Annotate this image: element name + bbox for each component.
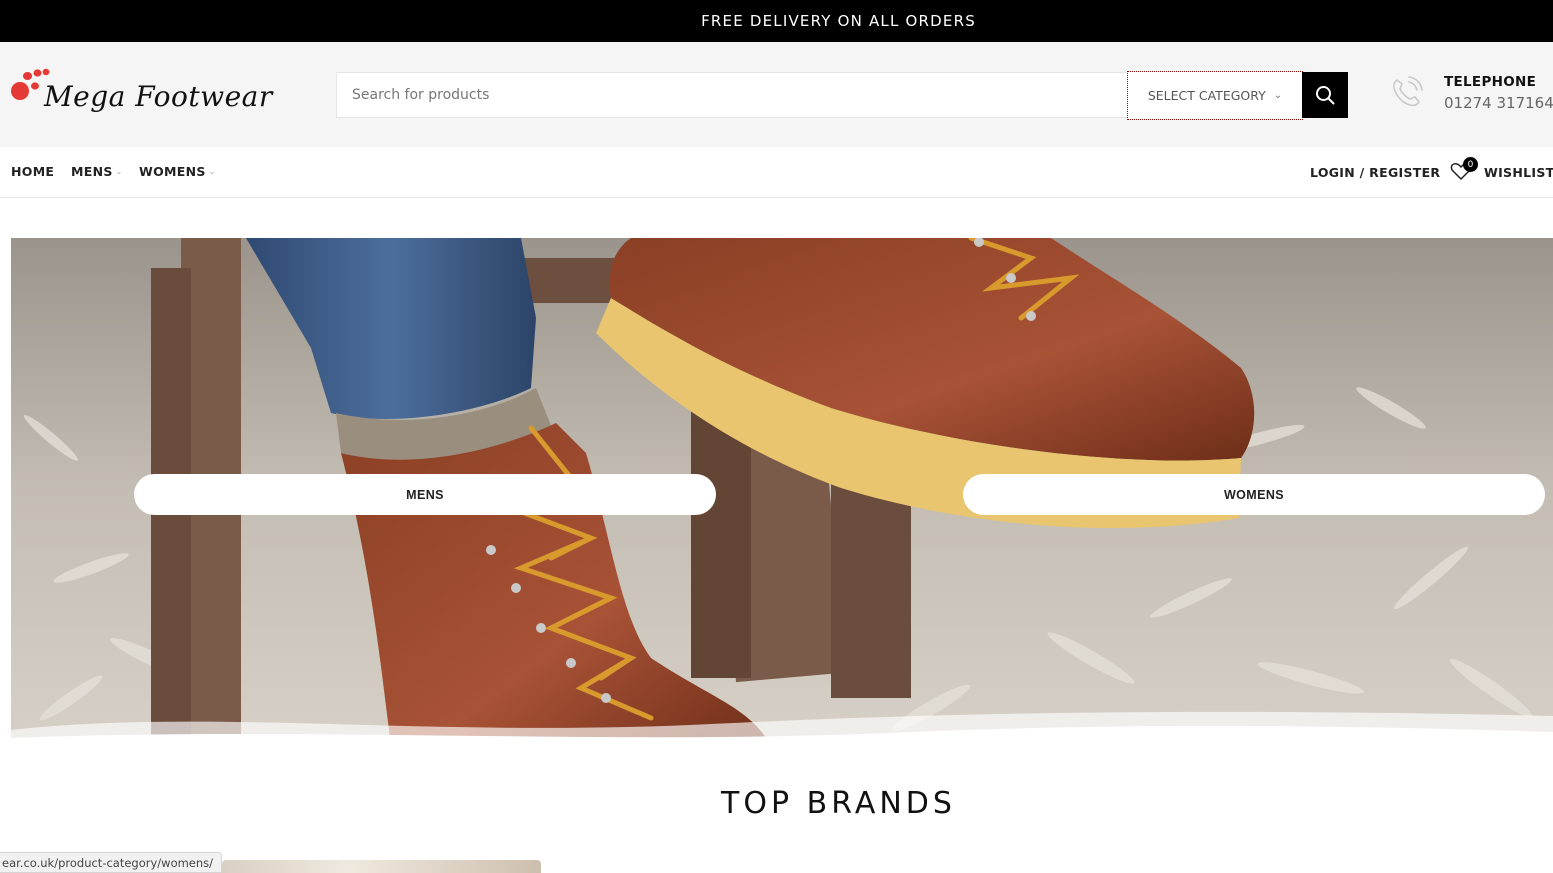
chevron-down-icon: ⌄ bbox=[208, 167, 216, 176]
status-bar-url: ear.co.uk/product-category/womens/ bbox=[0, 852, 223, 873]
section-heading: TOP BRANDS bbox=[721, 786, 956, 821]
mens-category-button[interactable]: MENS bbox=[134, 474, 716, 515]
womens-category-button[interactable]: WOMENS bbox=[963, 474, 1545, 515]
promo-text: FREE DELIVERY ON ALL ORDERS bbox=[701, 12, 976, 30]
promo-bar: FREE DELIVERY ON ALL ORDERS bbox=[0, 0, 1553, 42]
search-button[interactable] bbox=[1302, 72, 1348, 118]
site-header: Mega Footwear SELECT CATEGORY ⌄ TELEPHON… bbox=[0, 42, 1553, 147]
search-input[interactable] bbox=[337, 73, 1127, 117]
logo-text: Mega Footwear bbox=[44, 80, 273, 113]
main-nav: HOME MENS ⌄ WOMENS ⌄ LOGIN / REGISTER 0 … bbox=[0, 147, 1553, 198]
nav-item-mens[interactable]: MENS ⌄ bbox=[71, 164, 123, 179]
nav-item-home[interactable]: HOME bbox=[11, 164, 54, 179]
search-icon bbox=[1316, 86, 1335, 105]
wishlist-count-badge: 0 bbox=[1463, 157, 1478, 172]
nav-item-label: HOME bbox=[11, 164, 55, 179]
telephone-block: TELEPHONE 01274 317164 bbox=[1389, 72, 1553, 120]
phone-icon bbox=[1393, 76, 1423, 107]
brand-card-image[interactable] bbox=[222, 860, 541, 873]
site-logo[interactable]: Mega Footwear bbox=[10, 66, 300, 118]
wishlist-link[interactable]: WISHLIST bbox=[1484, 165, 1553, 180]
category-select-label: SELECT CATEGORY bbox=[1147, 88, 1266, 103]
wishlist-label: WISHLIST bbox=[1484, 165, 1553, 180]
chevron-down-icon: ⌄ bbox=[115, 167, 123, 176]
nav-item-womens[interactable]: WOMENS ⌄ bbox=[139, 164, 216, 179]
chevron-down-icon: ⌄ bbox=[1273, 90, 1283, 101]
hero-banner: MENS WOMENS bbox=[11, 238, 1553, 746]
nav-item-label: WOMENS bbox=[139, 164, 206, 179]
telephone-number[interactable]: 01274 317164 bbox=[1444, 94, 1553, 112]
search-bar: SELECT CATEGORY ⌄ bbox=[336, 71, 1348, 120]
category-select[interactable]: SELECT CATEGORY ⌄ bbox=[1127, 71, 1303, 120]
login-register-link[interactable]: LOGIN / REGISTER bbox=[1310, 165, 1440, 180]
login-register-label: LOGIN / REGISTER bbox=[1310, 165, 1441, 180]
telephone-title: TELEPHONE bbox=[1444, 74, 1537, 90]
nav-item-label: MENS bbox=[71, 164, 113, 179]
top-brands-section: TOP BRANDS bbox=[0, 786, 1553, 821]
